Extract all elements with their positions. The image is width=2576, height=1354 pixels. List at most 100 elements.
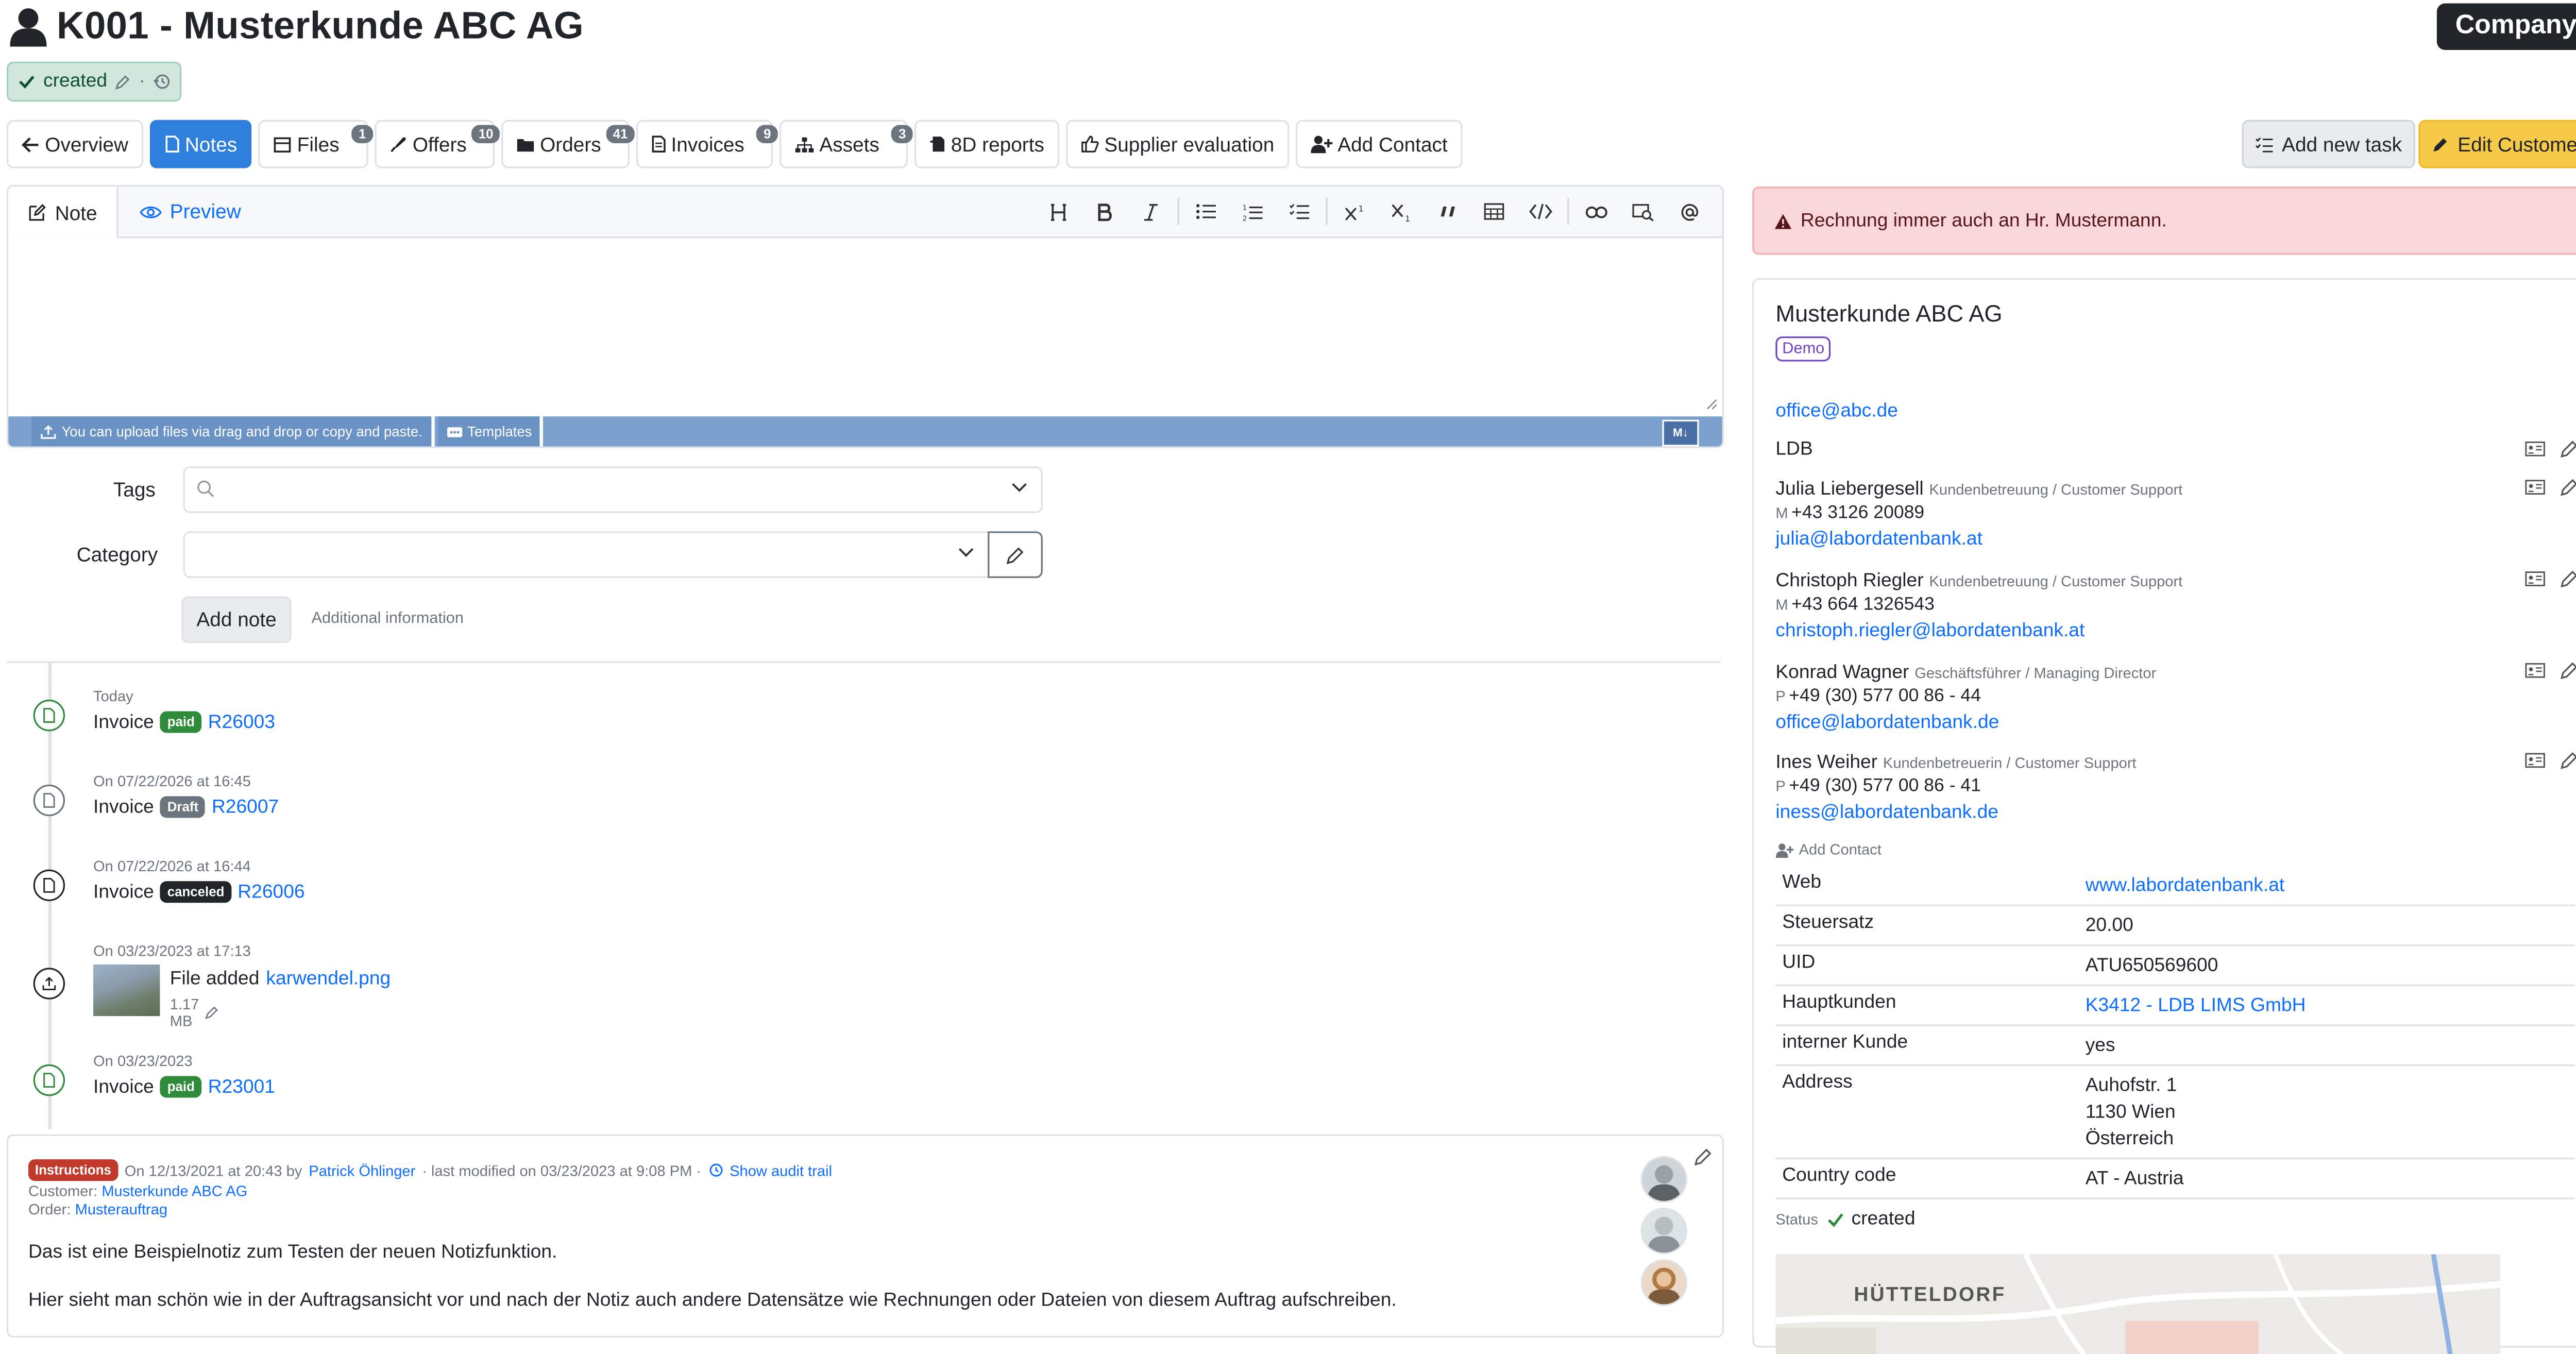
- add-contact-link[interactable]: Add Contact: [1775, 841, 1882, 858]
- tab-offers[interactable]: Offers 10: [374, 120, 500, 168]
- note-paragraph: Hier sieht man schön wie in der Auftrags…: [28, 1291, 1397, 1311]
- tags-input[interactable]: [183, 466, 1043, 513]
- tab-assets[interactable]: Assets 3: [779, 120, 913, 168]
- table-icon[interactable]: [1471, 187, 1518, 236]
- add-task-button[interactable]: Add new task: [2242, 120, 2415, 168]
- status-badge: paid: [160, 711, 201, 733]
- sitemap-icon: [794, 136, 815, 152]
- pencil-icon[interactable]: [2560, 440, 2576, 459]
- category-select[interactable]: [183, 531, 990, 578]
- editor-footer: You can upload files via drag and drop o…: [8, 416, 1722, 447]
- edit-customer-button[interactable]: Edit Customer: [2418, 120, 2576, 168]
- avatar[interactable]: [1640, 1207, 1688, 1255]
- svg-text:2: 2: [1243, 214, 1247, 221]
- main-customer-link[interactable]: K3412 - LDB LIMS GmbH: [2086, 996, 2306, 1016]
- markdown-icon[interactable]: M↓: [1662, 419, 1699, 447]
- property-row: Web www.labordatenbank.at: [1775, 866, 2575, 906]
- customer-link[interactable]: Musterkunde ABC AG: [101, 1182, 247, 1199]
- code-icon[interactable]: [1517, 187, 1564, 236]
- author-link[interactable]: Patrick Öhlinger: [309, 1162, 415, 1178]
- link-icon[interactable]: [1572, 187, 1619, 236]
- tab-notes[interactable]: Notes: [150, 120, 252, 168]
- pencil-icon[interactable]: [1694, 1148, 1713, 1166]
- property-row: Address Auhofstr. 1 1130 Wien Österreich: [1775, 1066, 2575, 1160]
- tab-overview[interactable]: Overview: [6, 120, 144, 168]
- contact-card-icon[interactable]: [2525, 663, 2545, 678]
- page-header: K001 - Musterkunde ABC AG: [10, 3, 584, 48]
- tab-add-contact[interactable]: Add Contact: [1296, 120, 1463, 168]
- contact-email-link[interactable]: iness@labordatenbank.de: [1775, 803, 1998, 823]
- upload-hint[interactable]: You can upload files via drag and drop o…: [31, 416, 434, 447]
- timeline-date: On 07/22/2026 at 16:45: [93, 773, 251, 790]
- history-icon[interactable]: [154, 73, 170, 90]
- arrow-left-icon: [22, 136, 40, 152]
- contact-card-icon[interactable]: [2525, 753, 2545, 768]
- templates-icon: [446, 426, 462, 437]
- tab-supplier-evaluation[interactable]: Supplier evaluation: [1065, 120, 1290, 168]
- heading-icon[interactable]: [1035, 187, 1081, 236]
- additional-info-link[interactable]: Additional information: [312, 610, 464, 628]
- avatar[interactable]: [1640, 1259, 1688, 1306]
- contact-name: Christoph Riegler: [1775, 571, 1924, 591]
- pencil-icon[interactable]: [2560, 662, 2576, 680]
- invoice-link[interactable]: R23001: [208, 1077, 275, 1097]
- invoice-link[interactable]: R26007: [212, 797, 279, 817]
- editor-tab-note[interactable]: Note: [8, 187, 119, 239]
- map-label: HÜTTELDORF: [1854, 1282, 2006, 1306]
- property-value: 20.00: [2085, 916, 2133, 936]
- contact-email-link[interactable]: office@labordatenbank.de: [1775, 713, 1999, 733]
- pencil-icon: [2433, 136, 2449, 152]
- pencil-icon[interactable]: [204, 1006, 217, 1020]
- tab-files[interactable]: Files 1: [259, 120, 373, 168]
- pencil-icon[interactable]: [115, 74, 130, 89]
- add-note-button[interactable]: Add note: [181, 596, 292, 643]
- subscript-icon[interactable]: 1: [1378, 187, 1425, 236]
- file-thumbnail[interactable]: [93, 964, 160, 1017]
- invoice-link[interactable]: R26006: [238, 882, 304, 902]
- tab-invoices[interactable]: Invoices 9: [636, 120, 778, 168]
- upload-icon: [33, 968, 65, 1000]
- superscript-icon[interactable]: 1: [1331, 187, 1378, 236]
- avatar[interactable]: [1640, 1156, 1688, 1203]
- property-row: interner Kunde yes: [1775, 1026, 2575, 1067]
- category-edit-button[interactable]: [988, 531, 1043, 578]
- contact-card-icon[interactable]: [2525, 480, 2545, 495]
- tab-8d-reports[interactable]: 8D reports: [914, 120, 1060, 168]
- contact-phone: M +43 3126 20089: [1775, 503, 1925, 523]
- contact-card-icon[interactable]: [2525, 571, 2545, 586]
- task-list-icon[interactable]: [1276, 187, 1323, 236]
- mention-icon[interactable]: [1666, 187, 1713, 236]
- audit-trail-link[interactable]: Show audit trail: [730, 1162, 832, 1178]
- pencil-icon[interactable]: [2560, 570, 2576, 588]
- file-link[interactable]: karwendel.png: [266, 970, 391, 990]
- editor-tab-preview[interactable]: Preview: [120, 187, 261, 236]
- templates-button[interactable]: Templates: [437, 416, 544, 447]
- note-textarea[interactable]: [8, 238, 1722, 415]
- italic-icon[interactable]: [1128, 187, 1175, 236]
- contact-email-link[interactable]: julia@labordatenbank.at: [1775, 530, 1982, 550]
- contact-email-link[interactable]: christoph.riegler@labordatenbank.at: [1775, 621, 2084, 641]
- pencil-icon[interactable]: [2560, 751, 2576, 770]
- customer-email-link[interactable]: office@abc.de: [1775, 401, 1898, 421]
- tab-orders[interactable]: Orders 41: [501, 120, 635, 168]
- chevron-down-icon: [958, 546, 974, 558]
- quote-icon[interactable]: [1424, 187, 1471, 236]
- user-plus-icon: [1311, 135, 1333, 154]
- state-badge[interactable]: created ·: [6, 61, 182, 102]
- cross-reference-icon[interactable]: [1619, 187, 1666, 236]
- user-plus-icon: [1775, 842, 1794, 857]
- svg-text:1: 1: [1404, 213, 1409, 221]
- bullet-list-icon[interactable]: [1182, 187, 1229, 236]
- order-link[interactable]: Musterauftrag: [75, 1201, 168, 1217]
- location-map[interactable]: HÜTTELDORF: [1775, 1254, 2500, 1354]
- numbered-list-icon[interactable]: 12: [1229, 187, 1276, 236]
- invoice-link[interactable]: R26003: [208, 712, 275, 732]
- note-editor: Note Preview 12 1 1 You can upload files…: [6, 184, 1724, 448]
- pencil-icon[interactable]: [2560, 478, 2576, 497]
- bold-icon[interactable]: [1081, 187, 1128, 236]
- web-link[interactable]: www.labordatenbank.at: [2086, 876, 2285, 896]
- status-badge: Draft: [160, 796, 206, 818]
- contact-card-icon[interactable]: [2525, 441, 2545, 456]
- thumbs-up-icon: [1081, 135, 1099, 154]
- resize-handle-icon[interactable]: [1706, 398, 1718, 410]
